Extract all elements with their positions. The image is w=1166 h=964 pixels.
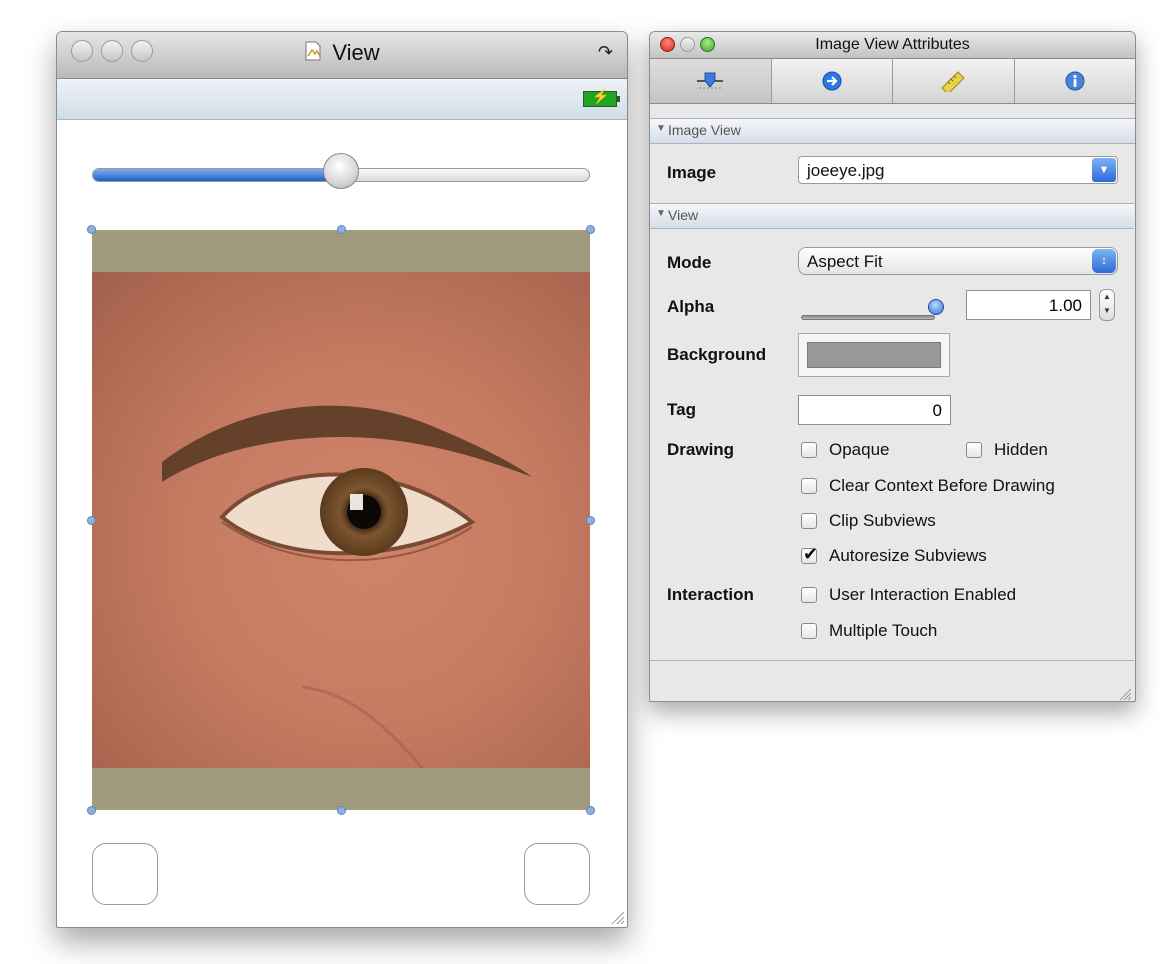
resize-handle-right[interactable]	[586, 516, 595, 525]
clip-subviews-checkbox-label: Clip Subviews	[829, 511, 936, 530]
tab-connections[interactable]	[772, 59, 893, 103]
alpha-stepper[interactable]: ▲ ▼	[1099, 289, 1115, 321]
chevron-down-icon: ▼	[1092, 158, 1116, 182]
autoresize-subviews-checkbox[interactable]	[801, 544, 818, 565]
resize-grip-icon[interactable]	[609, 909, 625, 925]
alpha-slider-thumb[interactable]	[928, 299, 944, 315]
resize-handle-top-left[interactable]	[87, 225, 96, 234]
user-interaction-checkbox[interactable]	[801, 587, 817, 603]
disclosure-triangle-icon: ▼	[656, 208, 666, 219]
slider-fill	[93, 169, 342, 181]
section-image-view[interactable]: ▼ Image View	[650, 118, 1135, 144]
disclosure-triangle-icon: ▼	[656, 123, 666, 134]
clear-context-checkbox[interactable]	[801, 478, 817, 494]
tag-field[interactable]: 0	[798, 395, 951, 425]
multiple-touch-checkbox[interactable]	[801, 623, 817, 639]
mode-label: Mode	[667, 253, 712, 272]
resize-handle-bottom-left[interactable]	[87, 806, 96, 815]
view-window: View ↷ ⚡	[56, 31, 628, 928]
battery-icon: ⚡	[583, 88, 620, 107]
inspector-titlebar[interactable]: Image View Attributes	[650, 32, 1135, 59]
info-icon	[1065, 71, 1085, 91]
drawing-label: Drawing	[667, 440, 735, 459]
background-label: Background	[667, 345, 767, 364]
resize-handle-bottom-right[interactable]	[586, 806, 595, 815]
clear-context-checkbox-label: Clear Context Before Drawing	[829, 476, 1055, 495]
rounded-button-right[interactable]	[524, 843, 590, 905]
clip-subviews-checkbox[interactable]	[801, 513, 817, 529]
background-color-well[interactable]	[798, 333, 950, 377]
resize-handle-bottom[interactable]	[337, 806, 346, 815]
rounded-button-left[interactable]	[92, 843, 158, 905]
section-view[interactable]: ▼ View	[650, 203, 1134, 229]
image-view[interactable]	[87, 225, 595, 815]
multiple-touch-checkbox-label: Multiple Touch	[829, 621, 938, 640]
image-popup[interactable]: joeeye.jpg ▼	[798, 156, 1118, 184]
ruler-icon	[941, 71, 965, 92]
tab-identity[interactable]	[1015, 59, 1136, 103]
hidden-checkbox-label: Hidden	[994, 440, 1048, 459]
mode-popup[interactable]: Aspect Fit ↕	[798, 247, 1118, 275]
alpha-field[interactable]: 1.00	[966, 290, 1091, 320]
status-bar: ⚡	[57, 79, 627, 120]
resize-handle-left[interactable]	[87, 516, 96, 525]
zoom-arrow-icon[interactable]: ↷	[598, 42, 613, 63]
opaque-checkbox[interactable]	[801, 442, 817, 458]
eye-photo	[92, 272, 590, 768]
resize-grip-icon[interactable]	[1118, 688, 1132, 700]
up-down-arrows-icon: ↕	[1092, 249, 1116, 273]
slider-attributes-icon	[697, 72, 724, 89]
window-title-text: View	[332, 40, 380, 65]
slider-thumb[interactable]	[323, 153, 359, 189]
resize-handle-top[interactable]	[337, 225, 346, 234]
document-icon	[304, 41, 322, 67]
alpha-label: Alpha	[667, 297, 715, 316]
hidden-checkbox[interactable]	[966, 442, 982, 458]
autoresize-subviews-checkbox-label: Autoresize Subviews	[829, 546, 987, 565]
image-label: Image	[667, 163, 717, 182]
view-titlebar[interactable]: View ↷	[57, 32, 627, 79]
resize-handle-top-right[interactable]	[586, 225, 595, 234]
inspector-tabs	[650, 59, 1135, 104]
interaction-label: Interaction	[667, 585, 754, 604]
background-color-swatch	[807, 342, 941, 368]
arrow-circle-icon	[822, 71, 842, 91]
window-title: View	[57, 40, 627, 67]
tab-size[interactable]	[893, 59, 1015, 103]
divider	[650, 660, 1134, 661]
alpha-slider[interactable]	[801, 315, 935, 320]
opaque-checkbox-label: Opaque	[829, 440, 890, 459]
inspector-title: Image View Attributes	[815, 36, 970, 53]
user-interaction-checkbox-label: User Interaction Enabled	[829, 585, 1017, 604]
tab-attributes[interactable]	[650, 59, 772, 103]
tag-label: Tag	[667, 400, 696, 419]
